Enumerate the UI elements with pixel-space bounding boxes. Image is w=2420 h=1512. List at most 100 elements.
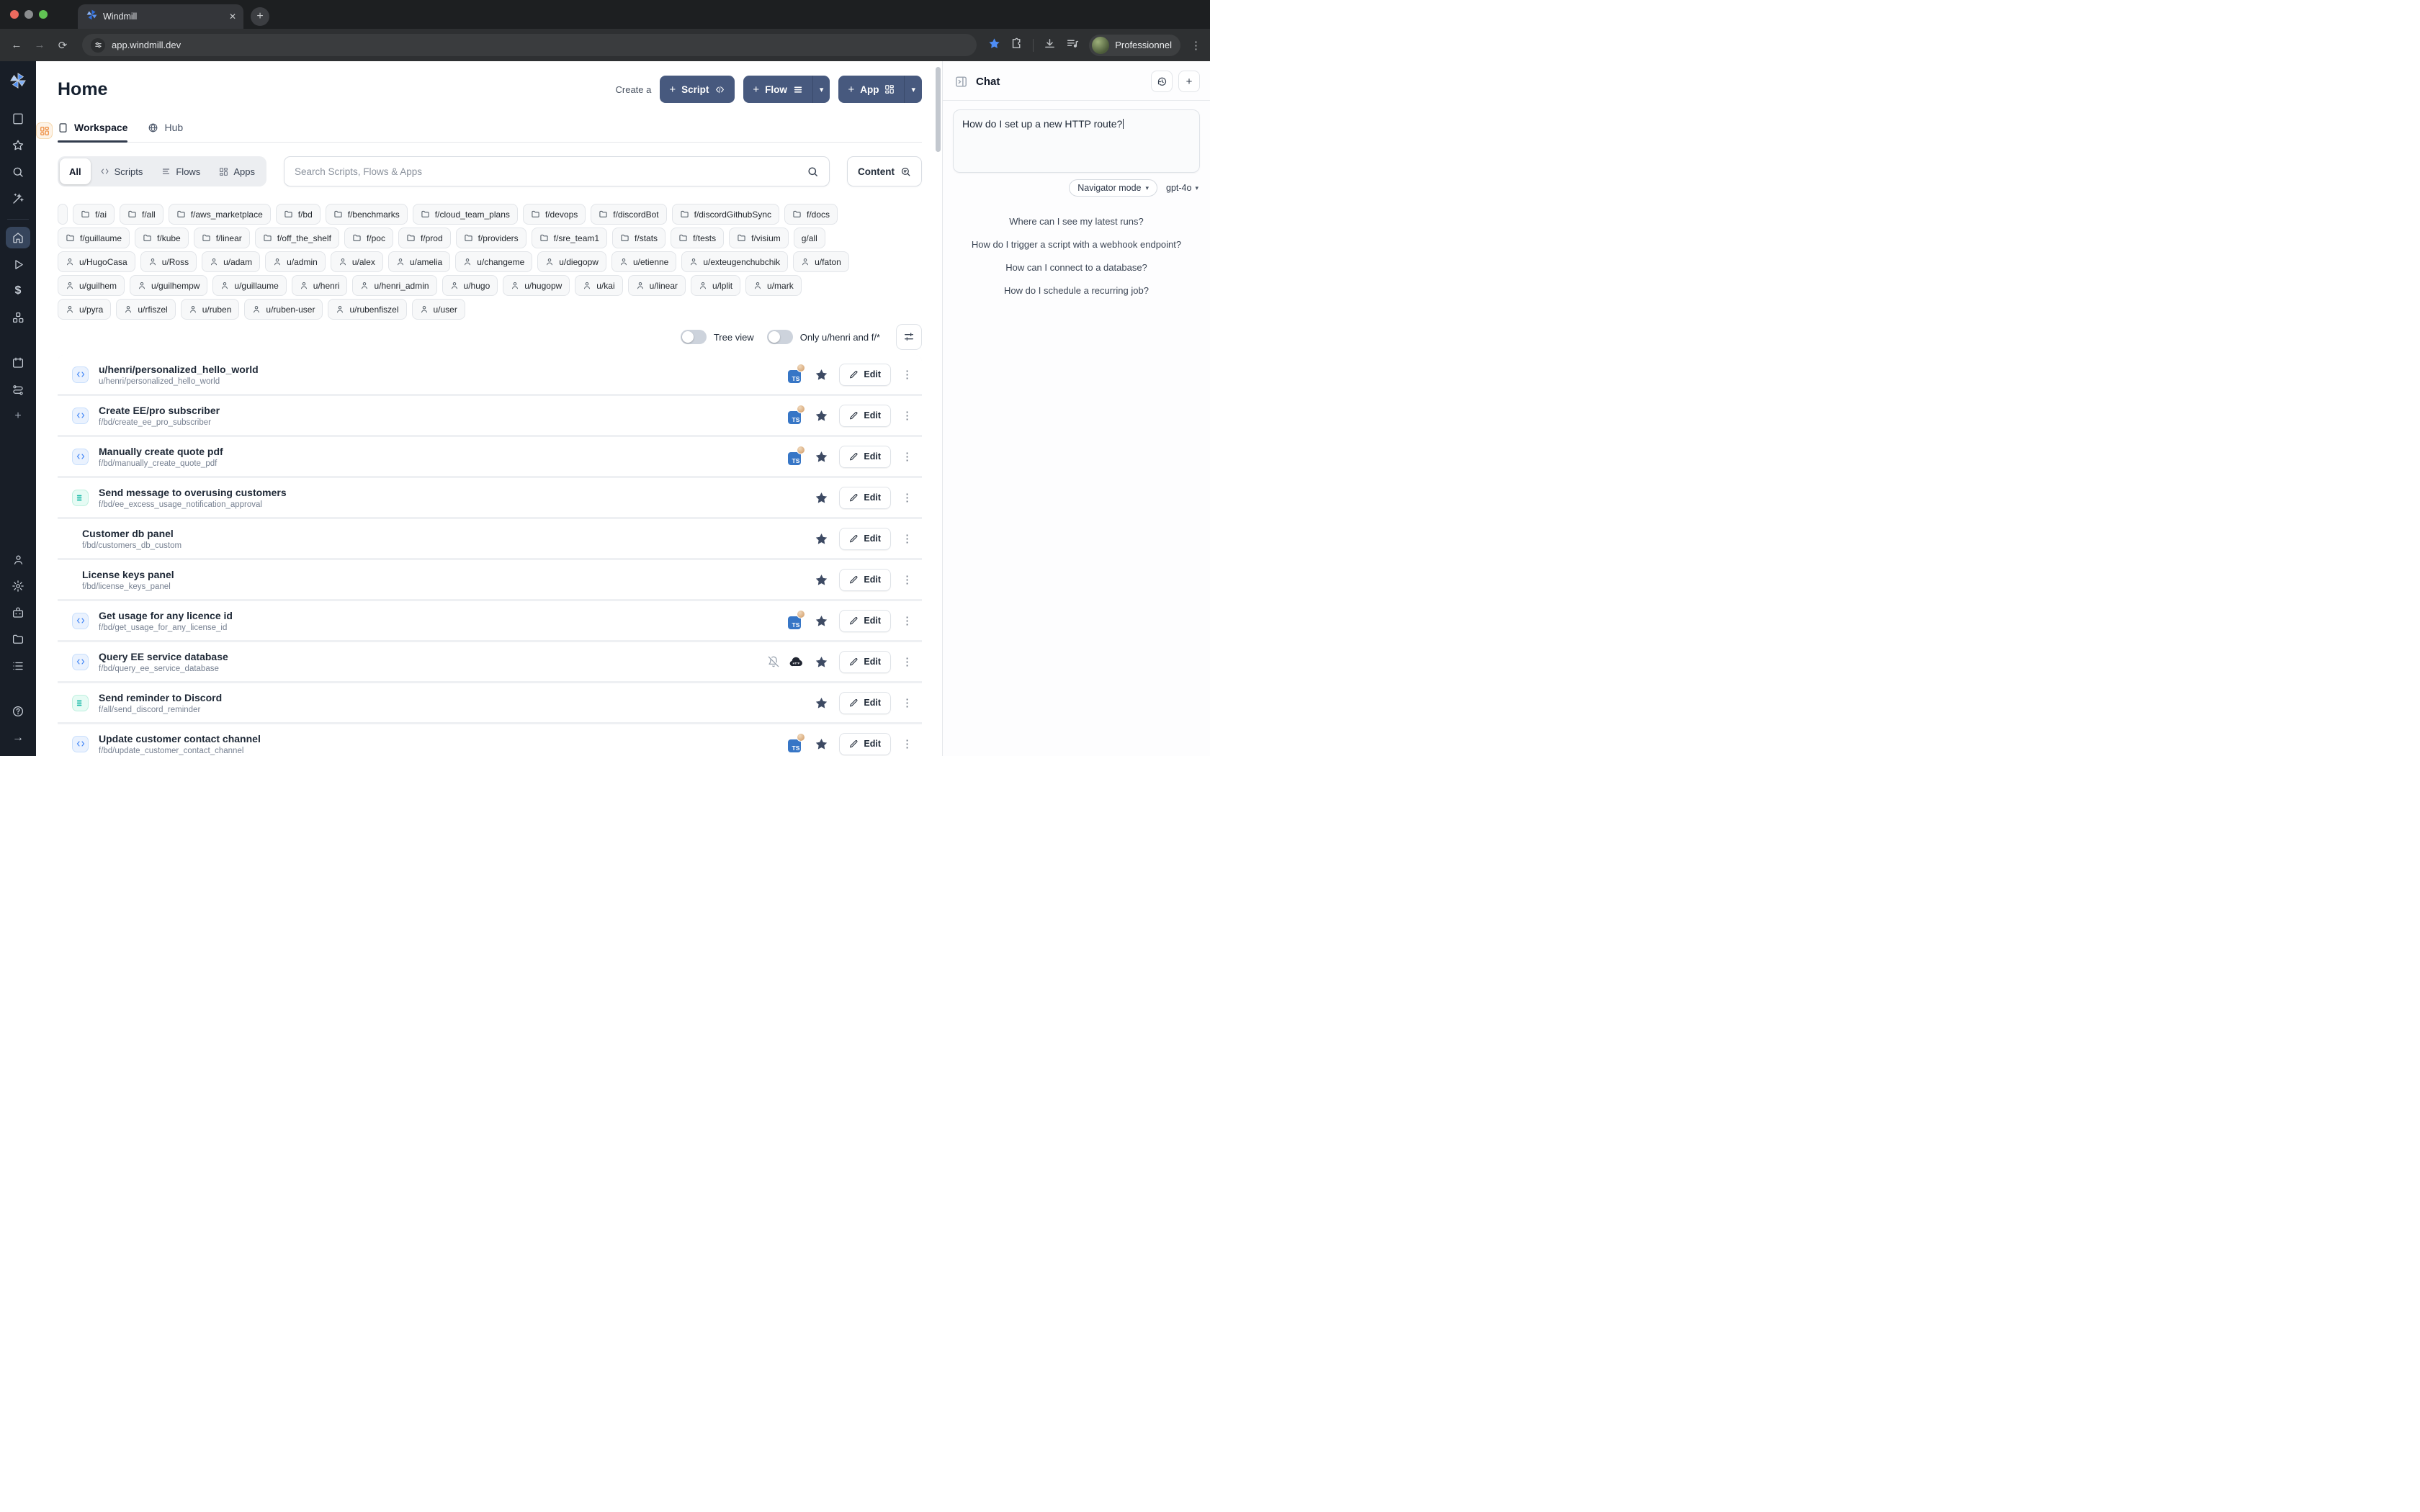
owner-chip[interactable]: u/guilhempw xyxy=(130,275,207,296)
back-arrow-icon[interactable]: ← xyxy=(9,39,24,51)
create-app-button[interactable]: +App ▾ xyxy=(838,76,922,103)
browser-tab[interactable]: Windmill ✕ xyxy=(78,4,243,29)
item-menu-button[interactable]: ⋮ xyxy=(902,573,909,586)
owner-chip[interactable]: f/stats xyxy=(612,228,666,248)
favorite-star-icon[interactable] xyxy=(815,532,828,546)
tab-hub[interactable]: Hub xyxy=(148,122,183,142)
tune-icon[interactable] xyxy=(91,38,105,53)
sidebar-item-home[interactable] xyxy=(6,227,30,248)
owner-chip[interactable]: u/linear xyxy=(628,275,686,296)
owner-chip[interactable]: f/bd xyxy=(276,204,321,225)
ai-wand-icon[interactable] xyxy=(6,188,30,210)
workspace-icon[interactable] xyxy=(6,108,30,130)
owner-chip[interactable]: u/mark xyxy=(745,275,802,296)
model-select[interactable]: gpt-4o▾ xyxy=(1166,183,1198,193)
expand-sidebar-icon[interactable]: → xyxy=(6,727,30,749)
owner-chip[interactable]: f/guillaume xyxy=(58,228,130,248)
list-item[interactable]: License keys panel f/bd/license_keys_pan… xyxy=(58,560,922,599)
favorite-star-icon[interactable] xyxy=(815,614,828,628)
item-menu-button[interactable]: ⋮ xyxy=(902,368,909,381)
owner-chip[interactable]: u/HugoCasa xyxy=(58,251,135,272)
edit-button[interactable]: Edit xyxy=(839,569,891,591)
create-flow-button[interactable]: +Flow ▾ xyxy=(743,76,830,103)
edit-button[interactable]: Edit xyxy=(839,405,891,427)
favorite-star-icon[interactable] xyxy=(815,573,828,587)
owner-chip[interactable]: u/faton xyxy=(793,251,849,272)
bookmark-star-icon[interactable] xyxy=(988,37,1000,53)
list-item[interactable]: Get usage for any licence id f/bd/get_us… xyxy=(58,601,922,640)
item-menu-button[interactable]: ⋮ xyxy=(902,491,909,504)
new-chat-icon[interactable]: + xyxy=(1178,71,1200,92)
sidebar-item-runs[interactable] xyxy=(6,253,30,275)
owner-chip[interactable]: u/henri_admin xyxy=(352,275,436,296)
owner-chip[interactable]: u/kai xyxy=(575,275,622,296)
edit-button[interactable]: Edit xyxy=(839,446,891,468)
zoom-window-button[interactable] xyxy=(39,10,48,19)
sidebar-item-schedules[interactable] xyxy=(6,352,30,374)
edit-button[interactable]: Edit xyxy=(839,487,891,509)
owner-chip[interactable]: u/guilhem xyxy=(58,275,125,296)
owner-chip[interactable]: f/poc xyxy=(344,228,393,248)
help-icon[interactable] xyxy=(6,701,30,722)
chevron-down-icon[interactable]: ▾ xyxy=(905,76,922,103)
owner-chip[interactable]: f/providers xyxy=(456,228,526,248)
favorite-star-icon[interactable] xyxy=(815,450,828,464)
owner-chip[interactable]: u/rubenfiszel xyxy=(328,299,406,320)
favorite-star-icon[interactable] xyxy=(815,491,828,505)
owner-chip[interactable]: f/discordGithubSync xyxy=(672,204,779,225)
edit-button[interactable]: Edit xyxy=(839,651,891,673)
favorite-star-icon[interactable] xyxy=(815,737,828,751)
chat-suggestion[interactable]: How do I schedule a recurring job? xyxy=(943,285,1210,296)
list-item[interactable]: Update customer contact channel f/bd/upd… xyxy=(58,724,922,756)
edit-button[interactable]: Edit xyxy=(839,692,891,714)
segment-flows[interactable]: Flows xyxy=(152,158,210,184)
edit-button[interactable]: Edit xyxy=(839,364,891,386)
list-item[interactable]: Send message to overusing customers f/bd… xyxy=(58,478,922,517)
search-input[interactable] xyxy=(295,166,807,177)
owner-chip[interactable]: f/kube xyxy=(135,228,189,248)
owner-chip[interactable]: u/ruben xyxy=(181,299,240,320)
owner-chip[interactable]: f/cloud_team_plans xyxy=(413,204,518,225)
owner-chip[interactable]: f/visium xyxy=(729,228,789,248)
chat-suggestion[interactable]: How do I trigger a script with a webhook… xyxy=(943,239,1210,250)
close-window-button[interactable] xyxy=(10,10,19,19)
chip-clipped[interactable] xyxy=(58,204,68,225)
extensions-icon[interactable] xyxy=(1010,37,1023,53)
sidebar-item-resources[interactable] xyxy=(6,307,30,328)
owner-chip[interactable]: f/prod xyxy=(398,228,451,248)
windmill-logo[interactable] xyxy=(6,70,30,91)
owner-chip[interactable]: u/hugopw xyxy=(503,275,570,296)
item-menu-button[interactable]: ⋮ xyxy=(902,532,909,545)
menu-kebab-icon[interactable]: ⋮ xyxy=(1191,39,1201,52)
list-item[interactable]: Manually create quote pdf f/bd/manually_… xyxy=(58,437,922,476)
panel-collapse-icon[interactable] xyxy=(954,75,968,89)
only-filter-toggle[interactable] xyxy=(767,330,793,344)
owner-chip[interactable]: u/changeme xyxy=(455,251,532,272)
url-bar[interactable]: app.windmill.dev xyxy=(82,34,977,56)
sidebar-item-groups[interactable] xyxy=(6,655,30,677)
item-menu-button[interactable]: ⋮ xyxy=(902,409,909,422)
edit-button[interactable]: Edit xyxy=(839,610,891,632)
sidebar-item-add[interactable]: + xyxy=(6,405,30,427)
new-tab-button[interactable]: + xyxy=(251,7,269,26)
sidebar-item-user[interactable] xyxy=(6,549,30,570)
chat-input[interactable]: How do I set up a new HTTP route? xyxy=(953,109,1200,173)
owner-chip[interactable]: u/ruben-user xyxy=(244,299,323,320)
edit-button[interactable]: Edit xyxy=(839,528,891,550)
owner-chip[interactable]: u/adam xyxy=(202,251,260,272)
star-icon[interactable] xyxy=(6,135,30,156)
owner-chip[interactable]: u/etienne xyxy=(611,251,676,272)
download-icon[interactable] xyxy=(1044,37,1056,53)
owner-chip[interactable]: f/discordBot xyxy=(591,204,666,225)
owner-chip[interactable]: u/guillaume xyxy=(212,275,286,296)
favorite-star-icon[interactable] xyxy=(815,409,828,423)
list-item[interactable]: Customer db panel f/bd/customers_db_cust… xyxy=(58,519,922,558)
content-search-button[interactable]: Content xyxy=(847,156,922,186)
tab-close-icon[interactable]: ✕ xyxy=(229,12,236,22)
create-script-button[interactable]: +Script xyxy=(660,76,735,103)
segment-all[interactable]: All xyxy=(60,158,91,184)
chat-suggestion[interactable]: How can I connect to a database? xyxy=(943,262,1210,273)
owner-chip[interactable]: f/all xyxy=(120,204,163,225)
history-icon[interactable] xyxy=(1151,71,1173,92)
owner-chip[interactable]: f/ai xyxy=(73,204,115,225)
